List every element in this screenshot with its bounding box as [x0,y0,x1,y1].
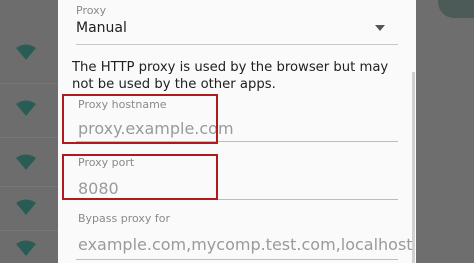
proxy-info-text: The HTTP proxy is used by the browser bu… [72,60,389,92]
wifi-network-row[interactable] [0,228,60,263]
wifi-network-row[interactable] [0,86,60,126]
bypass-proxy-label: Bypass proxy for [78,212,171,225]
wifi-icon [16,44,36,60]
wifi-network-row[interactable] [0,186,60,226]
proxy-label: Proxy [76,4,107,17]
list-divider [0,137,60,138]
dialog-scrollbar[interactable] [412,72,415,263]
wifi-icon [16,154,36,170]
wifi-icon [16,240,36,256]
port-highlight-box [62,154,218,200]
wifi-toggle[interactable] [438,0,474,18]
screen: Proxy Manual The HTTP proxy is used by t… [0,0,474,263]
list-divider [0,83,60,84]
bypass-proxy-underline [76,259,398,260]
proxy-select[interactable]: Manual [76,20,127,36]
proxy-settings-dialog: Proxy Manual The HTTP proxy is used by t… [58,0,416,263]
background-right-panel [414,0,474,263]
bypass-proxy-input[interactable]: example.com,mycomp.test.com,localhost [78,235,413,254]
hostname-highlight-box [62,94,218,144]
wifi-icon [16,199,36,215]
proxy-select-underline [76,44,398,45]
dropdown-arrow-icon[interactable] [375,25,385,31]
wifi-network-row[interactable] [0,140,60,180]
wifi-network-row[interactable] [0,30,60,70]
wifi-icon [16,100,36,116]
